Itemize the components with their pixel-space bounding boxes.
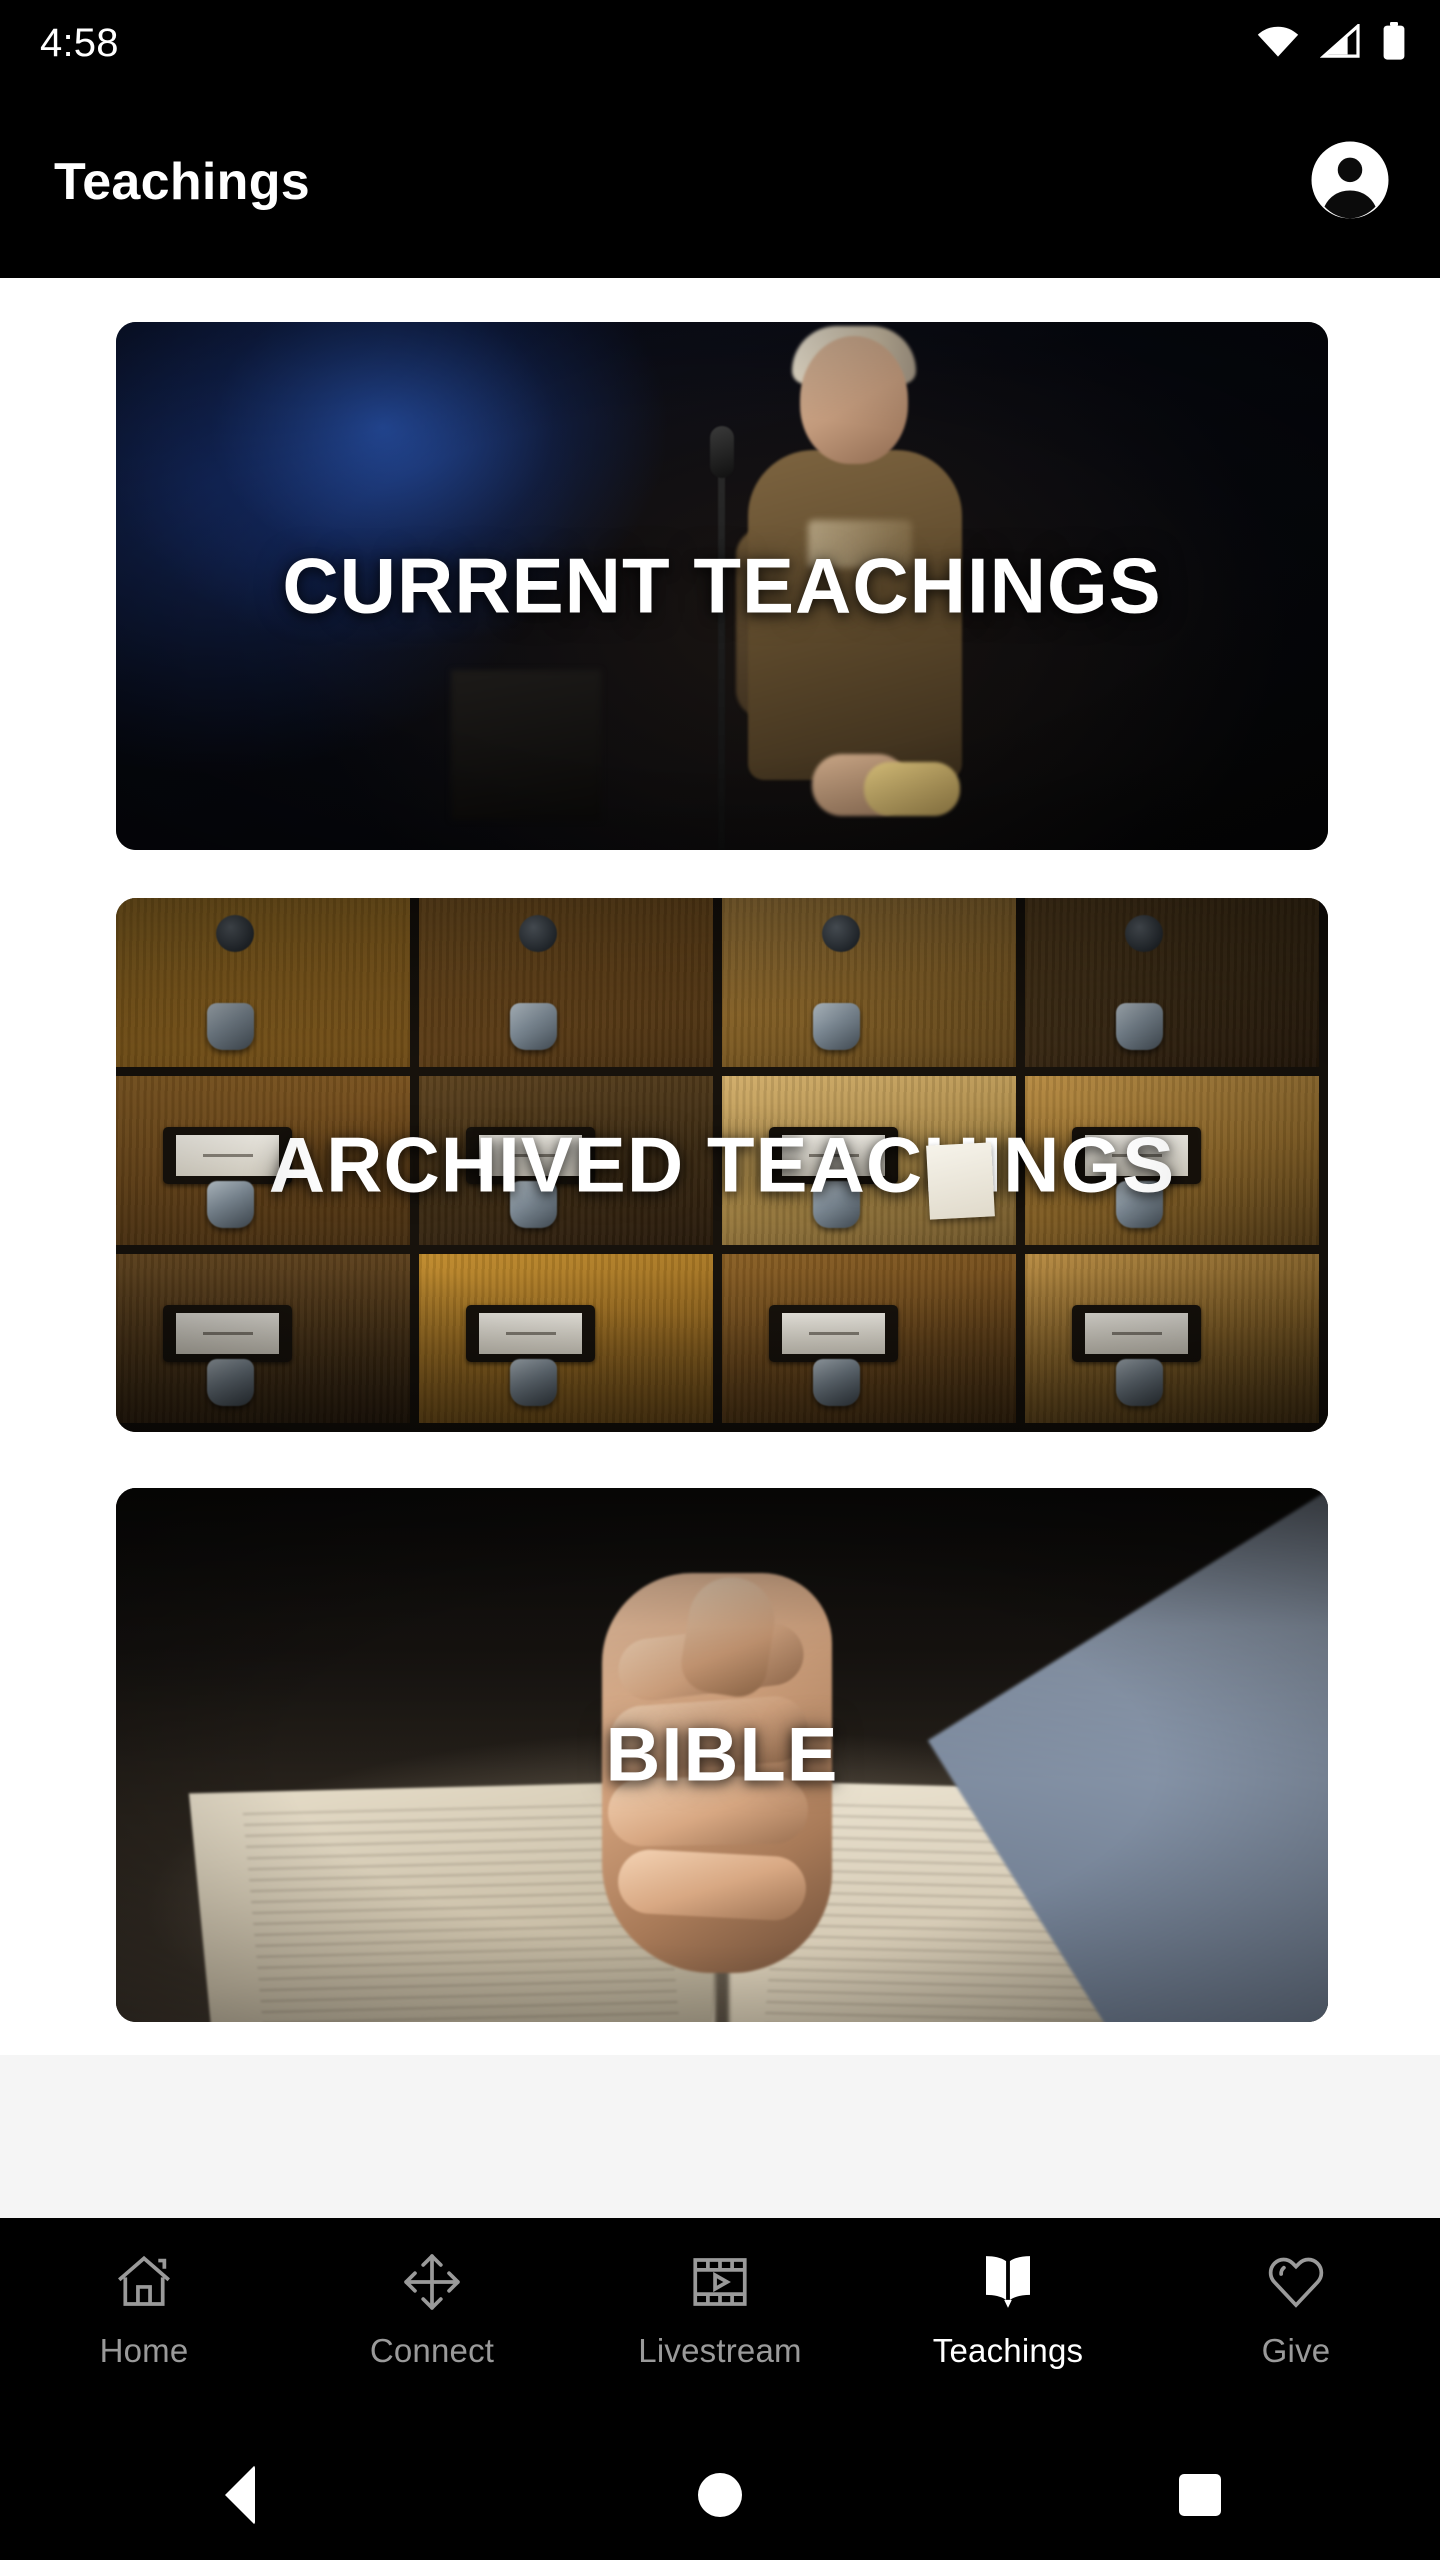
heart-icon bbox=[1260, 2246, 1332, 2318]
card-label: BIBLE bbox=[605, 1712, 839, 1798]
android-system-navigation-bar bbox=[0, 2430, 1440, 2560]
nav-label: Livestream bbox=[638, 2332, 802, 2369]
app-bar: Teachings bbox=[0, 86, 1440, 278]
battery-icon bbox=[1382, 21, 1406, 65]
recents-square-icon bbox=[1179, 2474, 1221, 2516]
nav-label: Connect bbox=[369, 2332, 495, 2369]
nav-label: Give bbox=[1261, 2332, 1331, 2369]
phone-screen: 4:58 Teachings CURRENT TEACHINGS BIBLE H… bbox=[0, 0, 1440, 2560]
open-book-icon bbox=[972, 2246, 1044, 2318]
account-button[interactable] bbox=[1308, 140, 1392, 224]
nav-label: Teachings bbox=[932, 2332, 1084, 2369]
nav-item-teachings[interactable]: Teachings bbox=[864, 2218, 1152, 2430]
teaching-card-bible[interactable]: BIBLE bbox=[116, 1488, 1328, 2022]
nav-item-connect[interactable]: Connect bbox=[288, 2218, 576, 2430]
nav-item-home[interactable]: Home bbox=[0, 2218, 288, 2430]
back-triangle-icon bbox=[225, 2465, 255, 2525]
status-icons bbox=[1256, 21, 1406, 65]
content-filler-panel bbox=[0, 2055, 1440, 2218]
account-circle-icon bbox=[1308, 138, 1392, 227]
cellular-signal-icon bbox=[1319, 21, 1362, 63]
home-circle-icon bbox=[698, 2473, 742, 2517]
system-recents-button[interactable] bbox=[960, 2430, 1440, 2560]
card-label: CURRENT TEACHINGS bbox=[282, 541, 1162, 630]
teaching-card-archived-teachings[interactable]: ARCHIVED TEACHINGS bbox=[116, 898, 1328, 1432]
system-home-button[interactable] bbox=[480, 2430, 960, 2560]
bottom-navigation-bar: Home Connect Livestream Teachings Give bbox=[0, 2218, 1440, 2430]
teachings-card-list: CURRENT TEACHINGS BIBLE bbox=[0, 278, 1440, 2055]
status-bar: 4:58 bbox=[0, 0, 1440, 86]
page-title: Teachings bbox=[54, 153, 311, 211]
card-artwork-card-catalog-drawers bbox=[116, 898, 1328, 1432]
home-icon bbox=[108, 2246, 180, 2318]
nav-item-give[interactable]: Give bbox=[1152, 2218, 1440, 2430]
teaching-card-current-teachings[interactable]: CURRENT TEACHINGS bbox=[116, 322, 1328, 850]
move-arrows-icon bbox=[396, 2246, 468, 2318]
status-clock: 4:58 bbox=[40, 21, 119, 65]
nav-item-livestream[interactable]: Livestream bbox=[576, 2218, 864, 2430]
wifi-icon bbox=[1256, 24, 1300, 63]
nav-label: Home bbox=[99, 2332, 189, 2369]
film-play-icon bbox=[684, 2246, 756, 2318]
system-back-button[interactable] bbox=[0, 2430, 480, 2560]
